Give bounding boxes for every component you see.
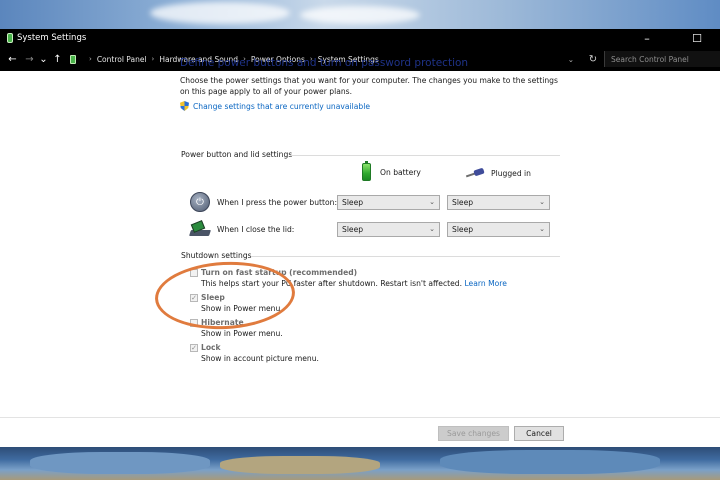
uac-shield-icon [180,101,189,111]
power-button-label: When I press the power button: [217,197,338,207]
close-lid-battery-value: Sleep [342,225,364,234]
change-settings-link[interactable]: Change settings that are currently unava… [180,101,370,111]
title-bar: System Settings – ☐ [0,29,720,47]
minimize-button[interactable]: – [630,29,664,47]
lock-description: Show in account picture menu. [201,354,319,363]
plugged-in-label: Plugged in [491,168,531,178]
chevron-down-icon: ⌄ [429,198,435,206]
lock-checkbox[interactable]: ✓ [190,344,198,352]
back-arrow-icon[interactable]: ← [6,49,19,69]
power-button-section-label: Power button and lid settings [181,150,293,159]
close-lid-label: When I close the lid: [217,224,295,234]
cancel-button[interactable]: Cancel [514,426,564,441]
power-button-plugged-select[interactable]: Sleep ⌄ [447,195,550,210]
laptop-lid-icon [189,220,211,237]
highlight-annotation-circle [153,258,297,333]
battery-icon [362,161,371,181]
close-lid-row: When I close the lid: [189,220,295,237]
on-battery-column-header: On battery [362,161,421,181]
refresh-icon[interactable]: ↻ [585,49,601,69]
power-button-battery-select[interactable]: Sleep ⌄ [337,195,440,210]
address-dropdown-chevron-icon[interactable]: ⌄ [568,55,574,64]
shutdown-section-label: Shutdown settings [181,251,252,260]
desktop-wallpaper-bottom [0,446,720,480]
search-input[interactable] [611,54,720,64]
power-icon: ⏻ [190,192,210,212]
desktop-wallpaper-top [0,0,720,30]
control-panel-icon [70,54,76,64]
breadcrumb-separator-icon[interactable]: › [152,55,155,63]
page-description: Choose the power settings that you want … [180,76,558,96]
page-title: Define power buttons and turn on passwor… [180,57,469,69]
hibernate-description: Show in Power menu. [201,329,283,338]
section-divider [252,256,560,257]
save-changes-button[interactable]: Save changes [438,426,509,441]
wallpaper-cloud [150,2,290,24]
plugged-in-column-header: Plugged in [465,167,531,178]
up-arrow-icon[interactable]: ↑ [51,49,64,69]
lock-title: Lock [201,343,221,352]
forward-arrow-icon[interactable]: → [23,49,36,69]
section-divider [290,155,560,156]
chevron-down-icon: ⌄ [539,225,545,233]
breadcrumb-control-panel[interactable]: Control Panel [97,55,147,64]
power-button-row: ⏻ When I press the power button: [190,192,337,212]
close-lid-battery-select[interactable]: Sleep ⌄ [337,222,440,237]
power-button-plugged-value: Sleep [452,198,474,207]
change-settings-link-text[interactable]: Change settings that are currently unava… [193,102,370,111]
maximize-button[interactable]: ☐ [680,29,714,47]
search-box[interactable] [604,51,720,67]
close-lid-plugged-select[interactable]: Sleep ⌄ [447,222,550,237]
chevron-down-icon: ⌄ [539,198,545,206]
chevron-down-icon: ⌄ [429,225,435,233]
recent-locations-chevron-icon[interactable]: ⌄ [37,49,50,69]
close-lid-plugged-value: Sleep [452,225,474,234]
power-options-app-icon [7,33,13,43]
learn-more-link[interactable]: Learn More [464,279,506,288]
system-settings-window: System Settings – ☐ ← → ⌄ ↑ › Control Pa… [0,29,720,447]
wallpaper-cloud [300,6,420,24]
window-title: System Settings [17,33,87,43]
footer-divider [0,417,720,418]
breadcrumb-separator-icon: › [89,55,92,63]
on-battery-label: On battery [380,167,421,177]
power-plug-icon [465,167,486,178]
power-button-battery-value: Sleep [342,198,364,207]
